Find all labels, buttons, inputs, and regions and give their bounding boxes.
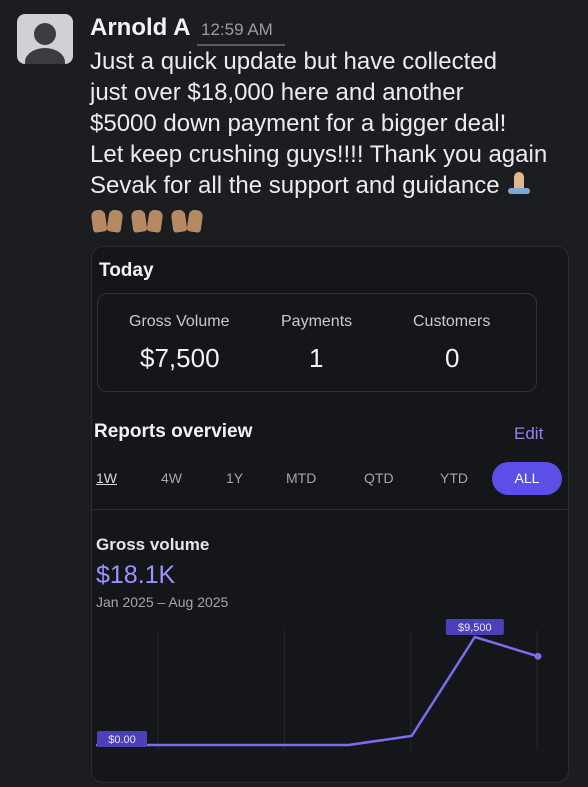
chart-series-line [96, 635, 539, 747]
stat-value-gross-volume: $7,500 [140, 343, 220, 373]
tab-4w[interactable]: 4W [161, 470, 182, 486]
tab-qtd[interactable]: QTD [364, 470, 394, 486]
chart-min-label: $0.00 [108, 734, 136, 746]
message-author[interactable]: Arnold A [90, 14, 190, 42]
avatar[interactable] [17, 14, 73, 64]
chart-point [534, 652, 542, 660]
tab-1w[interactable]: 1W [96, 470, 117, 486]
reports-overview-title: Reports overview [94, 421, 253, 442]
stat-value-payments: 1 [309, 343, 324, 373]
tab-1y[interactable]: 1Y [226, 470, 243, 486]
tabs-divider [91, 509, 567, 510]
gross-volume-date-range: Jan 2025 – Aug 2025 [96, 594, 229, 610]
raising-hands-icon [130, 204, 164, 233]
gross-volume-label: Gross volume [96, 535, 210, 554]
message-timestamp[interactable]: 12:59 AM [201, 20, 273, 40]
stat-label-payments: Payments [281, 313, 353, 330]
raising-hands-icon [170, 204, 204, 233]
tab-mtd[interactable]: MTD [286, 470, 316, 486]
tab-all[interactable]: ALL [492, 462, 562, 495]
stat-label-customers: Customers [413, 313, 491, 330]
edit-button[interactable]: Edit [514, 424, 543, 444]
stat-value-customers: 0 [445, 343, 460, 373]
gross-volume-chart: $9,500 $0.00 [96, 619, 542, 750]
gross-volume-value: $18.1K [96, 561, 176, 589]
tab-ytd[interactable]: YTD [440, 470, 468, 486]
message-text: Just a quick update but have collected j… [90, 48, 548, 199]
raising-hands-icon [90, 204, 124, 233]
chart-max-label: $9,500 [458, 622, 492, 634]
today-title: Today [99, 260, 154, 281]
stat-label-gross-volume: Gross Volume [129, 313, 230, 330]
emoji-row [90, 204, 204, 233]
folded-hands-icon [506, 170, 532, 196]
avatar-head [34, 23, 56, 45]
message-body: Just a quick update but have collected j… [90, 46, 580, 201]
avatar-body [25, 48, 65, 64]
